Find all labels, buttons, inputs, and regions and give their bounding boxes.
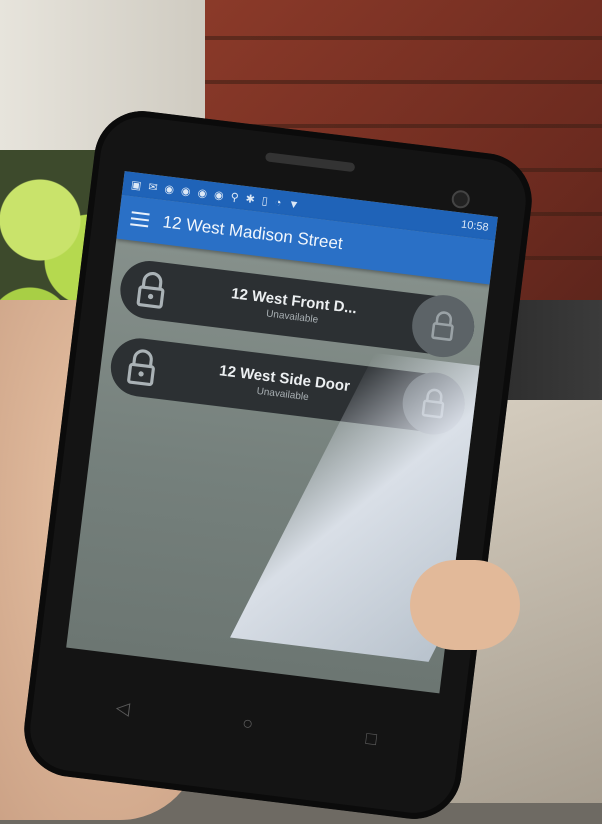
hamburger-menu-icon[interactable] — [130, 211, 150, 228]
status-time: 10:58 — [460, 218, 490, 234]
recents-icon[interactable]: □ — [365, 727, 378, 749]
back-icon[interactable]: ◁ — [115, 697, 131, 720]
lock-toggle-button[interactable] — [408, 291, 478, 361]
padlock-icon — [431, 311, 454, 341]
thumb — [410, 560, 520, 650]
home-icon[interactable]: ○ — [241, 712, 254, 734]
phone: ▣ ✉ ◉ ◉ ◉ ◉ ⚲ ✱ ▯ ◔ ▼ 10:58 12 West Madi… — [18, 105, 538, 824]
earpiece — [264, 152, 356, 173]
front-camera — [450, 189, 471, 210]
padlock-icon — [118, 344, 165, 391]
padlock-icon — [128, 267, 175, 314]
app-title: 12 West Madison Street — [161, 212, 344, 254]
